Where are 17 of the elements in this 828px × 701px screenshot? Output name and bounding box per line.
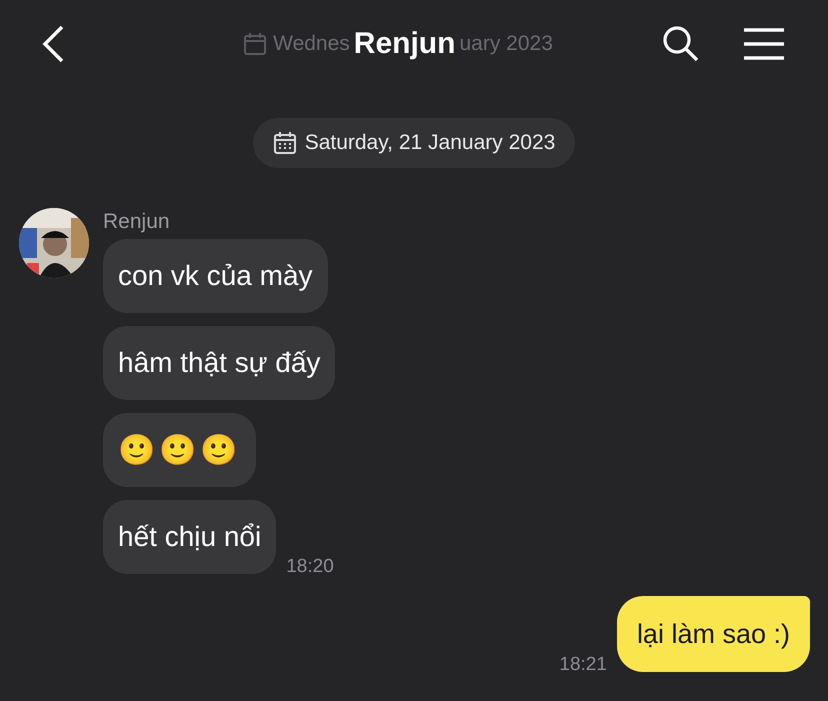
message-time: 18:20 [286,556,334,578]
search-icon[interactable] [662,25,700,63]
message-bubble: 🙂🙂🙂 [103,413,256,487]
message-bubble: hết chịu nổi [103,500,276,574]
calendar-icon [243,32,268,56]
chat-title: Renjun [354,27,456,61]
calendar-icon [272,131,297,155]
back-icon[interactable] [42,25,64,63]
menu-icon[interactable] [744,28,784,60]
faded-date: Wednes [273,32,350,56]
message-bubble: con vk của mày [103,239,328,313]
message-bubble: hâm thật sự đấy [103,326,336,400]
date-text: Saturday, 21 January 2023 [304,131,556,155]
sender-name: Renjun [103,210,171,234]
message-time: 18:21 [559,654,607,676]
faded-date: uary 2023 [459,32,553,56]
message-bubble: lại làm sao :) [616,596,810,672]
